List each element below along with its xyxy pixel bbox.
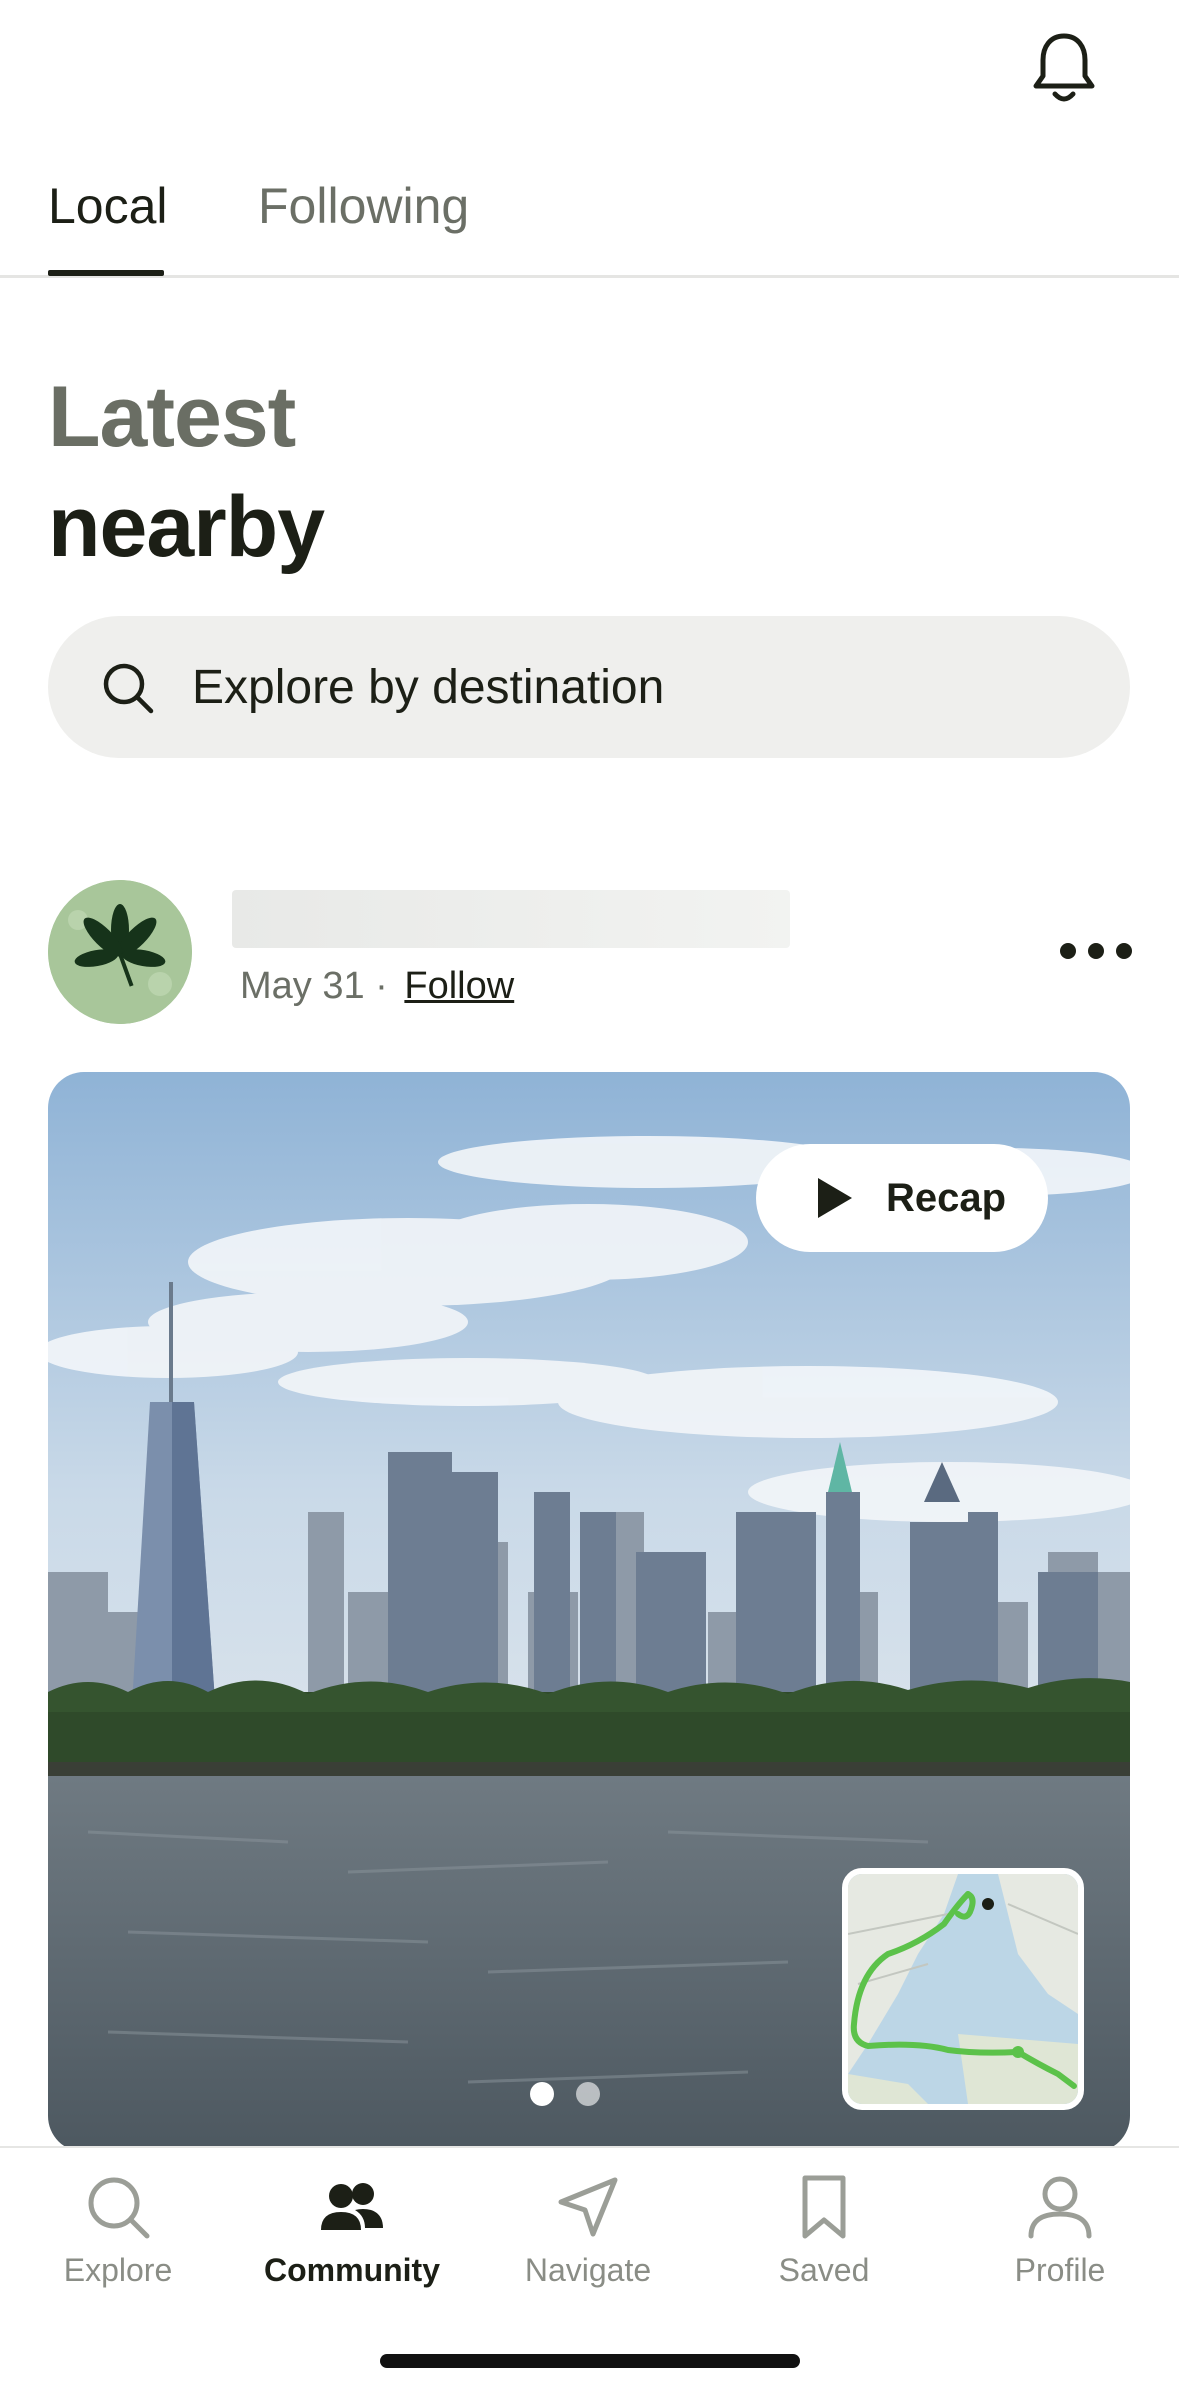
active-tab-indicator (48, 270, 164, 276)
navigate-icon (558, 2177, 618, 2237)
post-photo[interactable]: Recap (48, 1072, 1130, 2152)
page-heading: Latest nearby (48, 362, 325, 582)
nav-profile[interactable]: Profile (960, 2174, 1160, 2324)
nav-explore[interactable]: Explore (18, 2174, 218, 2324)
post-meta: May 31 · Follow (240, 962, 514, 1010)
photo-pagination (530, 2082, 600, 2106)
nav-navigate[interactable]: Navigate (488, 2174, 688, 2324)
nav-community[interactable]: Community (252, 2174, 452, 2324)
heading-line-2: nearby (48, 479, 325, 575)
tab-local[interactable]: Local (48, 176, 168, 236)
nav-saved-label: Saved (778, 2252, 870, 2288)
home-indicator (380, 2354, 800, 2368)
tab-following[interactable]: Following (258, 176, 469, 236)
bell-icon[interactable] (1030, 30, 1098, 106)
nav-profile-label: Profile (1014, 2252, 1106, 2288)
nav-community-label: Community (264, 2252, 440, 2288)
search-placeholder: Explore by destination (192, 661, 665, 714)
recap-label: Recap (886, 1176, 1007, 1220)
profile-icon (1028, 2176, 1092, 2239)
bookmark-icon (802, 2175, 846, 2239)
avatar[interactable] (48, 880, 192, 1024)
nav-saved[interactable]: Saved (724, 2174, 924, 2324)
search-icon (88, 2177, 150, 2239)
pagination-dot[interactable] (576, 2082, 600, 2106)
more-options-icon[interactable] (1058, 936, 1134, 966)
community-icon (321, 2183, 383, 2230)
search-icon (103, 663, 154, 714)
route-map (848, 1874, 1078, 2104)
play-icon (818, 1178, 852, 1218)
nav-explore-label: Explore (63, 2252, 173, 2288)
username-placeholder (232, 890, 790, 948)
follow-link[interactable]: Follow (404, 965, 514, 1007)
recap-button[interactable]: Recap (756, 1144, 1048, 1252)
post-date: May 31 · (240, 965, 388, 1007)
feed-tabs: Local Following (0, 150, 1179, 278)
pagination-dot-active[interactable] (530, 2082, 554, 2106)
nav-navigate-label: Navigate (524, 2252, 652, 2288)
route-map-thumbnail[interactable] (842, 1868, 1084, 2110)
heading-line-1: Latest (48, 369, 296, 465)
leaf-avatar-icon (48, 880, 192, 1024)
destination-search[interactable]: Explore by destination (48, 616, 1130, 758)
